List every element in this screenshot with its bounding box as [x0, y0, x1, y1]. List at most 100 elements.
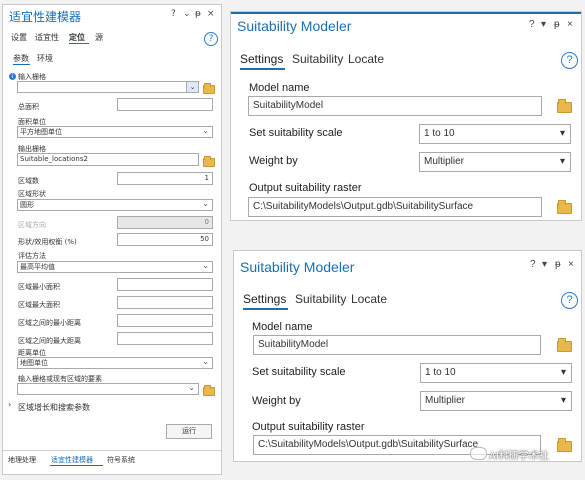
tab-settings[interactable]: 设置 — [11, 32, 27, 43]
weight-label: Weight by — [252, 395, 301, 407]
tab-locate[interactable]: 定位 — [69, 32, 85, 43]
scale-select[interactable]: 1 to 10 — [419, 124, 571, 144]
tab-settings[interactable]: Settings — [243, 292, 286, 306]
distance-units-value: 地图单位 — [20, 359, 48, 367]
area-units-select[interactable]: 平方地图单位 — [17, 126, 213, 138]
eval-method-label: 评估方法 — [18, 252, 46, 260]
model-name-label: Model name — [252, 321, 313, 333]
growth-section-header[interactable]: 区域增长和搜索参数 — [18, 402, 90, 413]
output-raster-value: Suitable_locations2 — [20, 155, 88, 163]
tab-suitability[interactable]: Suitability — [292, 52, 343, 66]
bottom-tab-geoprocessing[interactable]: 地理处理 — [8, 455, 36, 465]
help-icon[interactable]: ? — [204, 32, 218, 46]
scale-label: Set suitability scale — [249, 127, 343, 139]
region-count-label: 区域数 — [18, 177, 39, 185]
model-name-input[interactable]: SuitabilityModel — [248, 96, 542, 116]
output-raster-label: Output suitability raster — [249, 182, 362, 194]
subtab-underline — [13, 64, 30, 65]
scale-select[interactable]: 1 to 10 — [420, 363, 572, 383]
max-distance-input[interactable] — [117, 332, 213, 345]
suitability-dialog-bottom: Suitability Modeler ? ▾ ᵽ × Settings Sui… — [233, 250, 582, 462]
area-units-value: 平方地图单位 — [20, 128, 62, 136]
help-icon[interactable]: ? — [561, 292, 578, 309]
bottom-tab-underline — [50, 465, 103, 466]
tab-suitability[interactable]: 适宜性 — [35, 32, 59, 43]
output-raster-input[interactable]: C:\SuitabilityModels\Output.gdb\Suitabil… — [248, 197, 542, 217]
output-raster-input[interactable]: Suitable_locations2 — [17, 153, 199, 166]
distance-units-select[interactable]: 地图单位 — [17, 357, 213, 369]
total-area-input[interactable] — [117, 98, 213, 111]
pin-icon[interactable]: ᵽ — [555, 259, 561, 270]
min-area-label: 区域最小面积 — [18, 283, 60, 291]
bottom-tab-suitability-modeler[interactable]: 适宜性建模器 — [51, 455, 93, 465]
scale-label: Set suitability scale — [252, 366, 346, 378]
tab-locate[interactable]: Locate — [348, 52, 384, 66]
watermark-text: AI科研学术社 — [489, 451, 549, 462]
model-name-label: Model name — [249, 82, 310, 94]
weight-label: Weight by — [249, 155, 298, 167]
folder-icon[interactable] — [557, 200, 572, 214]
total-area-label: 总面积 — [18, 103, 39, 111]
accent-bar — [231, 12, 581, 14]
folder-icon[interactable] — [557, 438, 572, 452]
subtab-parameters[interactable]: 参数 — [13, 53, 29, 64]
tab-settings[interactable]: Settings — [240, 52, 283, 66]
tab-source[interactable]: 源 — [95, 32, 103, 43]
max-distance-label: 区域之间的最大距离 — [18, 337, 81, 345]
chevron-down-icon[interactable]: ⌄ — [186, 82, 198, 92]
weight-value: Multiplier — [424, 156, 465, 167]
tab-locate[interactable]: Locate — [351, 292, 387, 306]
dropdown-button[interactable]: ⌄ — [183, 9, 191, 19]
left-pane-chinese: 适宜性建模器 ? ⌄ ᵽ × 设置 适宜性 定位 源 ? 参数 环境 i 输入栅… — [2, 4, 222, 475]
min-area-input[interactable] — [117, 278, 213, 291]
close-icon[interactable]: × — [567, 19, 573, 30]
max-area-label: 区域最大面积 — [18, 301, 60, 309]
pane-title: 适宜性建模器 — [9, 10, 82, 24]
region-orientation-label: 区域方向 — [18, 221, 46, 229]
help-icon[interactable]: ? — [561, 52, 578, 69]
scale-value: 1 to 10 — [424, 128, 455, 139]
tab-suitability[interactable]: Suitability — [295, 292, 346, 306]
close-icon[interactable]: × — [568, 259, 574, 270]
input-raster-field[interactable]: ⌄ — [17, 81, 199, 93]
wechat-logo-icon — [470, 447, 487, 460]
region-shape-select[interactable]: 圆形 — [17, 199, 213, 211]
info-icon: i — [9, 73, 16, 80]
close-icon[interactable]: × — [207, 9, 215, 19]
dialog-title: Suitability Modeler — [237, 18, 352, 34]
eval-method-select[interactable]: 最高平均值 — [17, 261, 213, 273]
model-name-input[interactable]: SuitabilityModel — [253, 335, 541, 355]
folder-icon[interactable] — [557, 99, 572, 113]
folder-icon[interactable] — [557, 338, 572, 352]
chevron-right-icon[interactable]: › — [8, 400, 11, 409]
eval-method-value: 最高平均值 — [20, 263, 55, 271]
min-distance-input[interactable] — [117, 314, 213, 327]
max-area-input[interactable] — [117, 296, 213, 309]
help-button[interactable]: ? — [530, 259, 536, 270]
weight-select[interactable]: Multiplier — [420, 391, 572, 411]
tab-underline — [69, 43, 89, 44]
help-button[interactable]: ? — [171, 9, 176, 19]
dropdown-button[interactable]: ▾ — [542, 259, 547, 270]
help-button[interactable]: ? — [529, 19, 535, 30]
shape-weight-input[interactable]: 50 — [117, 233, 213, 246]
dropdown-button[interactable]: ▾ — [541, 19, 546, 30]
tab-underline — [243, 308, 288, 310]
pin-icon[interactable]: ᵽ — [195, 9, 201, 19]
min-distance-label: 区域之间的最小距离 — [18, 319, 81, 327]
dialog-title: Suitability Modeler — [240, 259, 355, 275]
existing-regions-select[interactable] — [17, 383, 199, 395]
subtab-environments[interactable]: 环境 — [37, 53, 53, 64]
folder-icon[interactable] — [203, 83, 215, 94]
region-shape-label: 区域形状 — [18, 190, 46, 198]
region-count-input[interactable]: 1 — [117, 172, 213, 185]
weight-value: Multiplier — [425, 395, 466, 406]
shape-weight-label: 形状/效用权衡 (%) — [18, 238, 77, 246]
folder-icon[interactable] — [203, 156, 215, 167]
folder-icon[interactable] — [203, 385, 215, 396]
pin-icon[interactable]: ᵽ — [554, 19, 560, 30]
bottom-tab-symbology[interactable]: 符号系统 — [107, 455, 135, 465]
run-button[interactable]: 运行 — [166, 424, 212, 439]
weight-select[interactable]: Multiplier — [419, 152, 571, 172]
scale-value: 1 to 10 — [425, 367, 456, 378]
